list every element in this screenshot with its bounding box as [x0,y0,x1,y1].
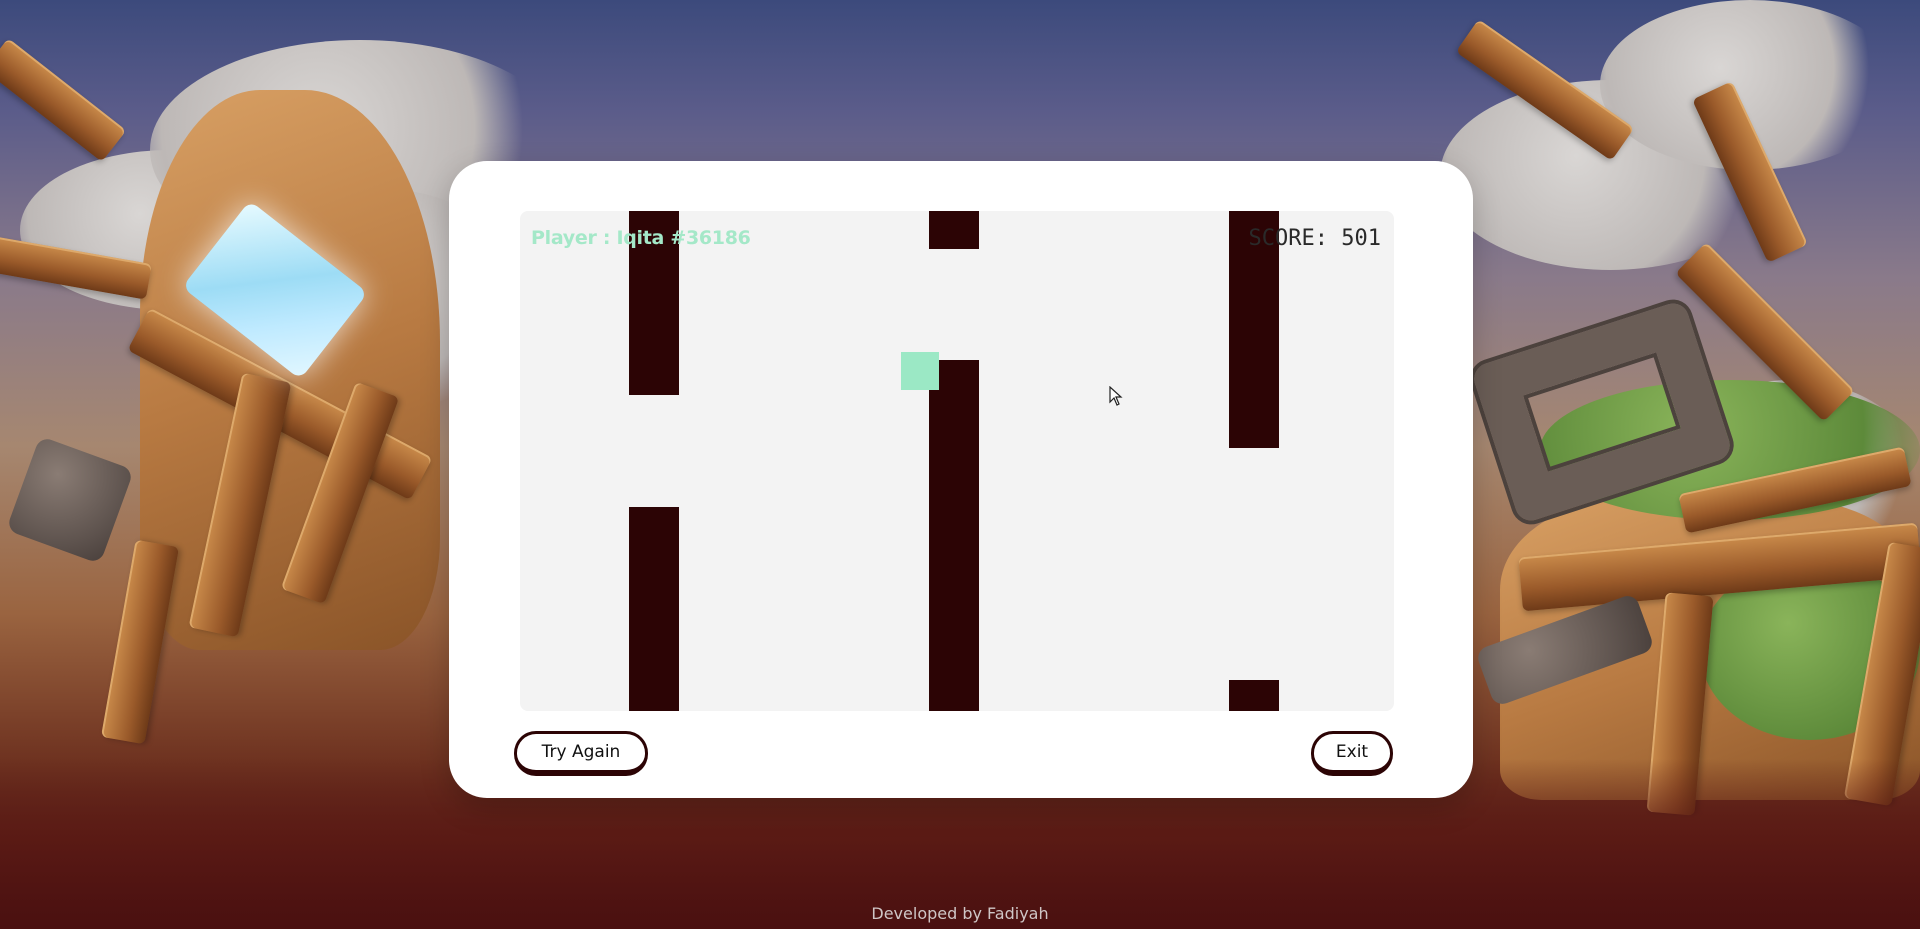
mouse-cursor-icon [1109,386,1123,406]
pipe-bottom [629,507,679,711]
background-stone [5,435,135,565]
background-plank [100,539,180,745]
game-canvas[interactable]: Player : Iqita #36186 SCORE: 501 [520,211,1394,711]
background-plank [0,38,127,162]
score-value: 501 [1341,226,1381,251]
try-again-button[interactable]: Try Again [514,731,648,776]
game-over-dialog: Player : Iqita #36186 SCORE: 501 Try Aga… [449,161,1473,798]
score-display: SCORE: 501 [1249,226,1381,251]
pipe-top [929,211,979,249]
pipe-bottom [1229,680,1279,711]
exit-button[interactable]: Exit [1311,731,1393,776]
developer-credit: Developed by Fadiyah [871,904,1049,923]
player-name-label: Player : Iqita #36186 [531,227,751,249]
game-scene: Player : Iqita #36186 SCORE: 501 Try Aga… [0,0,1920,929]
pipe-bottom [929,360,979,711]
player-bird [901,352,939,390]
score-label: SCORE: [1248,226,1328,251]
